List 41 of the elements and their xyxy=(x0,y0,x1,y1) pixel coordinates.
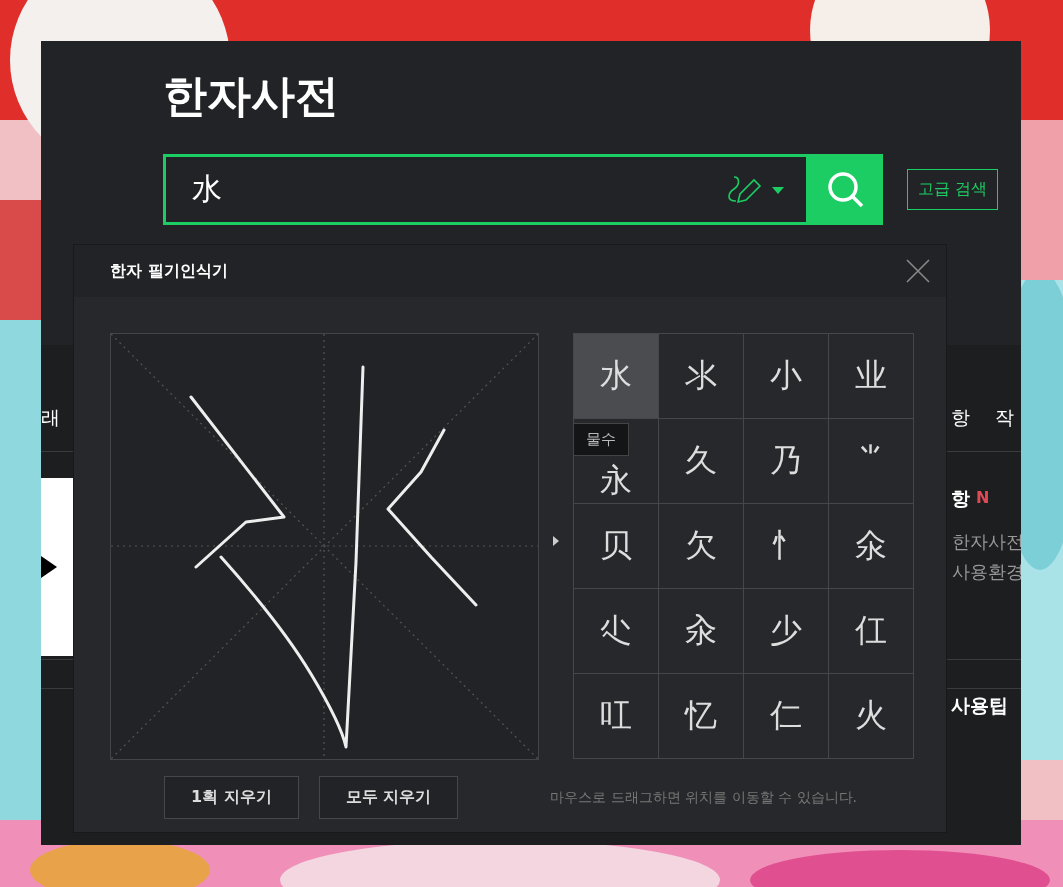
right-caret-icon xyxy=(553,536,559,546)
candidate-character[interactable]: 汆 xyxy=(659,589,744,674)
candidate-character[interactable]: ⺌ xyxy=(829,419,914,504)
candidate-character[interactable]: 氽 xyxy=(829,504,914,589)
search-field[interactable]: 水 xyxy=(163,154,809,225)
candidate-character[interactable]: 仁 xyxy=(744,674,829,759)
right-triangle-icon[interactable] xyxy=(41,556,57,578)
notice-text: 한자사전 xyxy=(952,530,1021,554)
candidate-character[interactable]: 小 xyxy=(744,334,829,419)
page-title: 한자사전 xyxy=(163,71,340,121)
drawing-canvas[interactable] xyxy=(110,333,539,760)
candidate-character[interactable]: 火 xyxy=(829,674,914,759)
section-heading: 항 xyxy=(951,486,970,511)
tooltip: 물수 xyxy=(573,423,629,456)
tab-label[interactable]: 작 xyxy=(995,405,1014,431)
search-input[interactable]: 水 xyxy=(190,171,724,208)
candidate-character[interactable]: 叿 xyxy=(574,674,659,759)
candidate-character[interactable]: 久 xyxy=(659,419,744,504)
candidate-character[interactable]: 贝 xyxy=(574,504,659,589)
candidate-character[interactable]: 忄 xyxy=(744,504,829,589)
candidate-character[interactable]: 欠 xyxy=(659,504,744,589)
search-icon xyxy=(826,169,866,210)
section-heading: 사용팁 xyxy=(951,693,1008,718)
candidate-character[interactable]: 乃 xyxy=(744,419,829,504)
advanced-search-button[interactable]: 고급 검색 xyxy=(907,169,999,210)
clear-button[interactable]: 모두 지우기 xyxy=(318,776,459,819)
candidate-character[interactable]: 业 xyxy=(829,334,914,419)
clear-button[interactable]: 1획 지우기 xyxy=(164,776,299,819)
candidate-character[interactable]: 尐 xyxy=(574,589,659,674)
new-label: N xyxy=(976,488,990,507)
tab-label[interactable]: 항 xyxy=(951,405,970,431)
candidate-character[interactable]: 忆 xyxy=(659,674,744,759)
hint-text: 마우스로 드래그하면 위치를 이동할 수 있습니다. xyxy=(550,788,857,807)
panel-title: 한자 필기인식기 xyxy=(110,260,228,282)
notice-text: 사용환경 xyxy=(952,560,1021,584)
tab-label[interactable]: 래 xyxy=(41,405,60,431)
candidate-character[interactable]: 仜 xyxy=(829,589,914,674)
candidate-character[interactable]: 水 xyxy=(574,334,659,419)
candidate-character[interactable]: 少 xyxy=(744,589,829,674)
candidate-character[interactable]: 氺 xyxy=(659,334,744,419)
close-button[interactable] xyxy=(904,257,932,285)
